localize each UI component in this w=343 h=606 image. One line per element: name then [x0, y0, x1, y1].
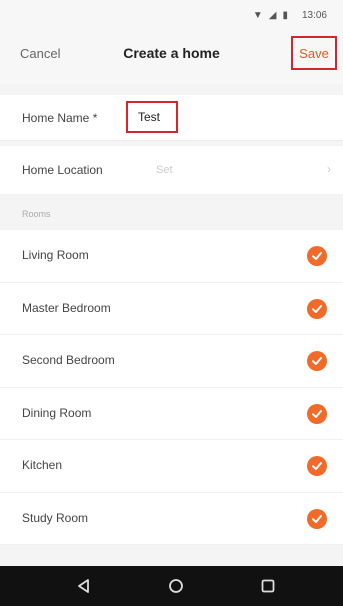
checkmark-icon[interactable]: [307, 351, 327, 371]
home-icon[interactable]: [166, 576, 186, 596]
checkmark-icon[interactable]: [307, 298, 327, 319]
room-item-living-room[interactable]: Living Room: [0, 230, 343, 283]
room-label: Second Bedroom: [22, 353, 115, 367]
home-location-value: Set: [156, 164, 173, 176]
checkmark-icon[interactable]: [307, 508, 327, 529]
room-item-dining-room[interactable]: Dining Room: [0, 388, 343, 440]
rooms-section-header: Rooms: [22, 209, 51, 219]
room-label: Study Room: [22, 510, 89, 525]
room-label: Master Bedroom: [22, 300, 111, 315]
room-label: Kitchen: [22, 458, 63, 472]
wifi-icon: ▼: [252, 9, 263, 21]
chevron-right-icon: ›: [327, 162, 331, 176]
cancel-button[interactable]: Cancel: [20, 46, 60, 61]
room-item-kitchen[interactable]: Kitchen: [0, 440, 343, 493]
signal-icon: ◢: [268, 9, 277, 21]
header-bar: Cancel Create a home Save: [0, 30, 343, 84]
back-icon[interactable]: [74, 576, 94, 596]
battery-icon: ▮: [282, 9, 288, 21]
recent-apps-icon[interactable]: [258, 576, 278, 596]
status-time: 13:06: [301, 9, 327, 21]
home-name-input[interactable]: [126, 101, 178, 133]
home-name-row: Home Name *: [0, 95, 343, 141]
home-name-label: Home Name *: [22, 111, 98, 125]
status-bar: ▼ ◢ ▮ 13:06: [0, 0, 343, 30]
home-location-row[interactable]: Home Location Set ›: [0, 146, 343, 194]
checkmark-icon[interactable]: [307, 403, 327, 424]
room-label: Dining Room: [22, 405, 92, 420]
home-location-label: Home Location: [22, 163, 103, 177]
save-button[interactable]: Save: [291, 36, 337, 70]
rooms-list: Living Room Master Bedroom Second Bedroo…: [0, 230, 343, 545]
room-label: Living Room: [22, 248, 89, 262]
checkmark-icon[interactable]: [307, 246, 327, 266]
room-item-second-bedroom[interactable]: Second Bedroom: [0, 335, 343, 388]
room-item-study-room[interactable]: Study Room: [0, 493, 343, 545]
checkmark-icon[interactable]: [307, 456, 327, 476]
android-nav-bar: [0, 566, 343, 606]
room-item-master-bedroom[interactable]: Master Bedroom: [0, 283, 343, 335]
status-icons: ▼ ◢ ▮: [253, 10, 288, 21]
